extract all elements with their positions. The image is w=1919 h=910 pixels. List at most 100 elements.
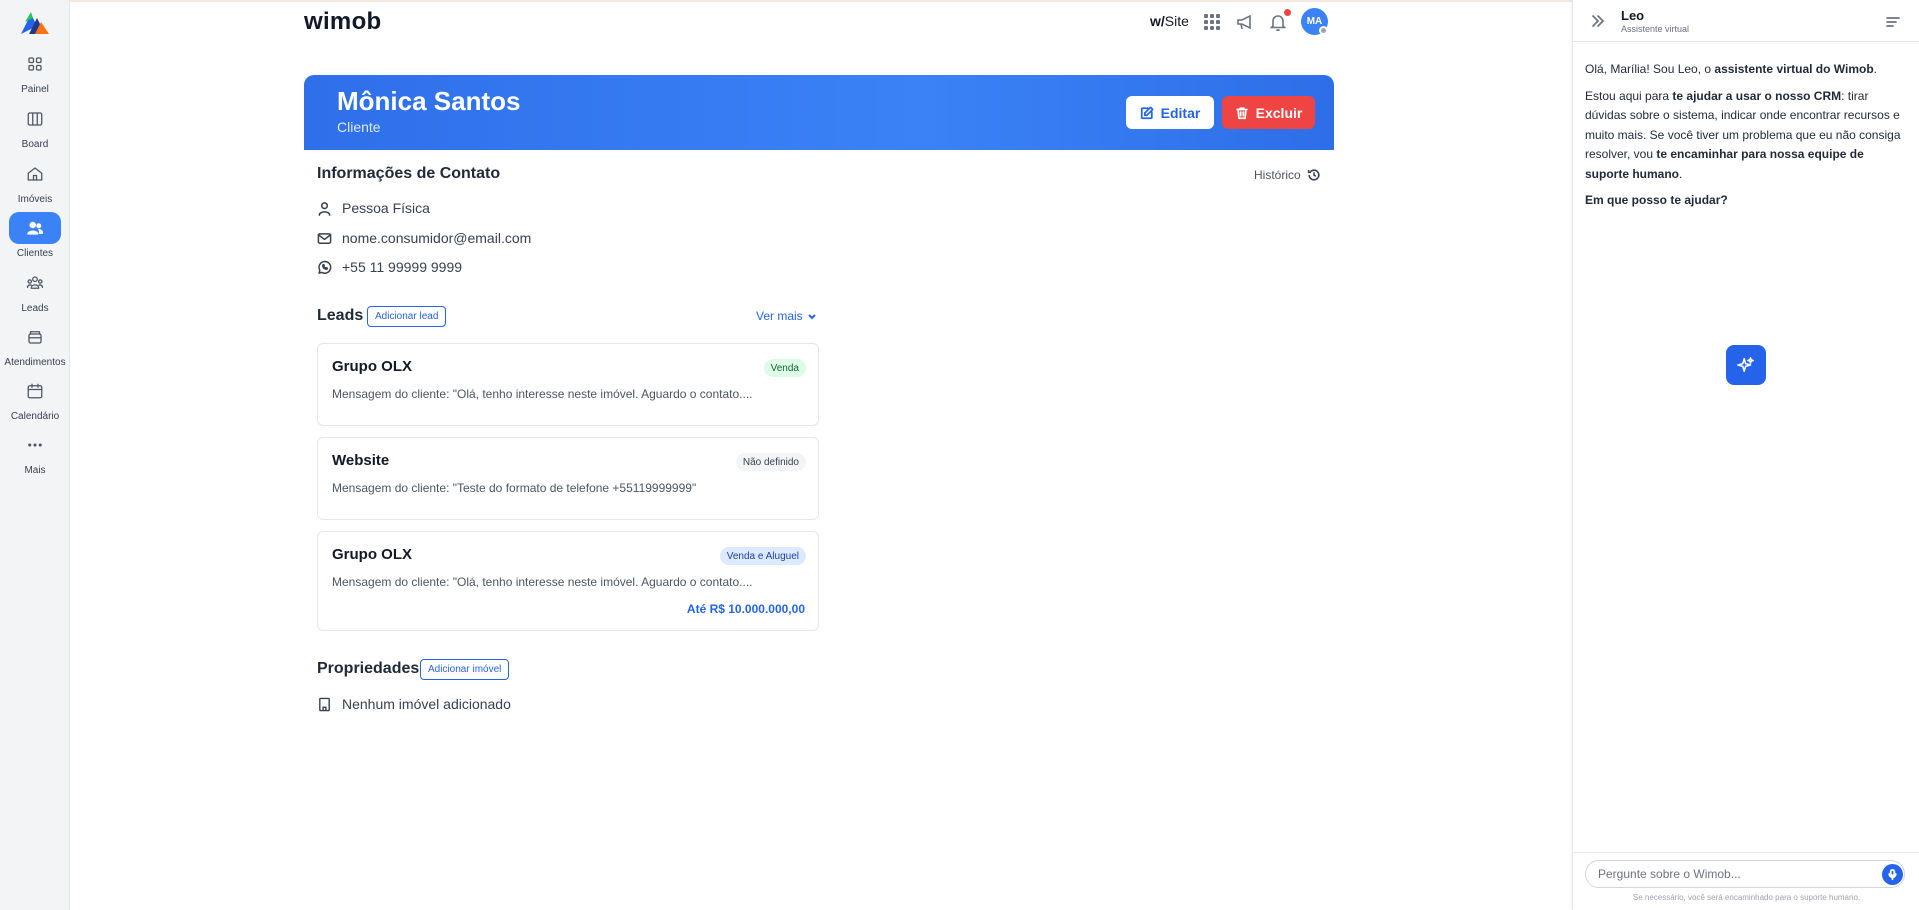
edit-button[interactable]: Editar	[1126, 96, 1214, 129]
sidebar-item-label: Leads	[21, 303, 49, 314]
wsite-link[interactable]: w/Site	[1150, 13, 1189, 29]
sidebar-item-label: Board	[21, 139, 49, 150]
sidebar-item-mais[interactable]: Mais	[0, 429, 70, 481]
assistant-chat-input[interactable]	[1585, 860, 1905, 888]
history-icon	[1307, 169, 1320, 181]
leads-section-title: Leads	[317, 307, 364, 324]
sidebar-item-leads[interactable]: Leads	[0, 267, 70, 319]
page-title: Mônica Santos	[337, 86, 521, 116]
notification-badge	[1284, 9, 1291, 16]
apps-grid-icon[interactable]	[1202, 12, 1222, 32]
lead-message: Mensagem do cliente: "Olá, tenho interes…	[332, 387, 753, 401]
chevron-down-icon	[807, 314, 816, 320]
lead-card[interactable]: Grupo OLX Venda Mensagem do cliente: "Ol…	[317, 343, 819, 426]
assistant-header: Leo Assistente virtual	[1573, 0, 1919, 42]
grid-icon	[9, 48, 61, 80]
sidebar-item-label: Imóveis	[17, 194, 53, 205]
person-type-value: Pessoa Física	[342, 200, 430, 216]
phone-value[interactable]: +55 11 99999 9999	[342, 259, 462, 275]
assistant-panel: Leo Assistente virtual Olá, Marília! Sou…	[1572, 0, 1919, 910]
microphone-icon	[1888, 869, 1897, 880]
users-icon	[9, 212, 61, 244]
wsite-label: Site	[1164, 13, 1189, 29]
client-type-label: Cliente	[337, 119, 381, 135]
sidebar-item-imoveis[interactable]: Imóveis	[0, 158, 70, 210]
assistant-footer-note: Se necessário, você será encaminhado par…	[1632, 893, 1861, 902]
sidebar-item-label: Clientes	[16, 248, 54, 259]
lead-title: Website	[332, 452, 390, 469]
sidebar-item-label: Mais	[24, 465, 46, 476]
microphone-button[interactable]	[1882, 864, 1903, 885]
msg-text: Estou aqui para	[1585, 88, 1673, 103]
group-icon	[9, 267, 61, 299]
lead-title: Grupo OLX	[332, 358, 412, 375]
sidebar-item-clientes[interactable]: Clientes	[0, 212, 70, 264]
email-row: nome.consumidor@email.com	[317, 230, 531, 246]
wsite-prefix: w/	[1150, 13, 1165, 29]
properties-empty-label: Nenhum imóvel adicionado	[342, 696, 511, 712]
properties-section-title: Propriedades	[317, 660, 420, 677]
sidebar-item-board[interactable]: Board	[0, 103, 70, 155]
wimob-logo[interactable]	[19, 8, 51, 36]
building-icon	[319, 697, 330, 711]
msg-text: .	[1873, 62, 1878, 76]
lead-message: Mensagem do cliente: "Teste do formato d…	[332, 481, 697, 495]
whatsapp-icon	[318, 260, 332, 274]
calendar-icon	[9, 375, 61, 407]
msg-question: Em que posso te ajudar?	[1585, 193, 1728, 207]
edit-button-label: Editar	[1160, 104, 1201, 121]
more-icon	[9, 429, 61, 461]
lead-title: Grupo OLX	[332, 546, 412, 563]
filter-menu-icon[interactable]	[1885, 14, 1901, 30]
assistant-input-area: Se necessário, você será encaminhado par…	[1573, 852, 1919, 910]
sidebar-item-atendimentos[interactable]: Atendimentos	[0, 321, 70, 373]
columns-icon	[9, 103, 61, 135]
delete-button-label: Excluir	[1255, 104, 1303, 121]
sidebar-item-label: Calendário	[10, 411, 60, 422]
mail-icon	[317, 232, 332, 244]
msg-text: .	[1679, 166, 1683, 181]
see-more-label: Ver mais	[756, 309, 803, 323]
msg-bold: assistente virtual do Wimob	[1714, 62, 1874, 76]
assistant-message: Olá, Marília! Sou Leo, o assistente virt…	[1585, 60, 1910, 218]
inbox-icon	[9, 321, 61, 353]
status-badge: Venda	[763, 359, 806, 377]
history-label: Histórico	[1254, 168, 1301, 182]
add-property-button[interactable]: Adicionar imóvel	[420, 659, 510, 680]
megaphone-icon[interactable]	[1235, 12, 1255, 32]
sidebar-item-calendario[interactable]: Calendário	[0, 375, 70, 427]
avatar-status-indicator	[1319, 26, 1328, 35]
sidebar: Painel Board Imóveis Clientes Leads Aten…	[0, 0, 70, 910]
add-lead-button[interactable]: Adicionar lead	[367, 306, 447, 327]
edit-icon	[1140, 105, 1154, 119]
home-icon	[9, 158, 61, 190]
client-header-banner: Mônica Santos Cliente Editar Excluir	[304, 75, 1334, 150]
user-icon	[318, 201, 331, 216]
lead-price: Até R$ 10.000.000,00	[686, 602, 805, 616]
phone-row: +55 11 99999 9999	[317, 259, 462, 275]
brand-logo-text[interactable]: wimob	[304, 8, 382, 36]
lead-message: Mensagem do cliente: "Olá, tenho interes…	[332, 575, 753, 589]
sidebar-item-label: Painel	[21, 84, 49, 95]
assistant-subtitle: Assistente virtual	[1621, 24, 1690, 34]
trash-icon	[1235, 106, 1248, 119]
delete-button[interactable]: Excluir	[1222, 96, 1315, 129]
ai-sparkle-button[interactable]	[1726, 345, 1766, 385]
msg-text: Olá, Marília! Sou Leo, o	[1585, 62, 1715, 76]
see-more-link[interactable]: Ver mais	[756, 309, 817, 323]
lead-card[interactable]: Grupo OLX Venda e Aluguel Mensagem do cl…	[317, 531, 819, 631]
msg-bold: te ajudar a usar o nosso CRM	[1672, 88, 1842, 103]
properties-empty-state: Nenhum imóvel adicionado	[317, 696, 511, 712]
contact-section-title: Informações de Contato	[317, 165, 501, 182]
status-badge: Não definido	[735, 453, 806, 471]
history-link[interactable]: Histórico	[1254, 168, 1321, 182]
assistant-name: Leo	[1621, 8, 1645, 23]
person-type-row: Pessoa Física	[317, 200, 430, 216]
collapse-panel-icon[interactable]	[1590, 13, 1606, 29]
email-value[interactable]: nome.consumidor@email.com	[342, 230, 531, 246]
sidebar-item-painel[interactable]: Painel	[0, 48, 70, 100]
sidebar-item-label: Atendimentos	[4, 357, 66, 368]
lead-card[interactable]: Website Não definido Mensagem do cliente…	[317, 437, 819, 520]
sparkle-icon	[1737, 357, 1754, 373]
status-badge: Venda e Aluguel	[719, 547, 806, 565]
